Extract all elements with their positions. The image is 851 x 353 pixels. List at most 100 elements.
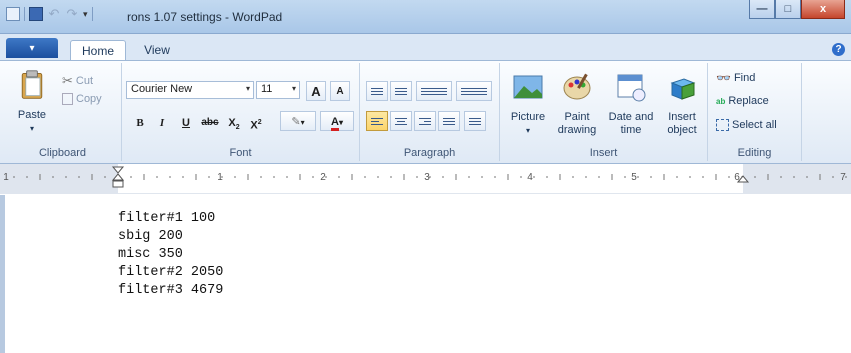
ruler-number: 5 <box>631 172 637 183</box>
chevron-down-icon[interactable]: ▾ <box>246 84 250 93</box>
replace-button[interactable]: ab Replace <box>716 95 769 107</box>
bold-button[interactable]: B <box>130 113 150 133</box>
quick-access-toolbar: ↶ ↷ ▾ <box>6 7 93 21</box>
font-group-label: Font <box>229 147 252 159</box>
ruler-number: 7 <box>840 172 846 183</box>
font-size-select[interactable]: 11 ▾ <box>256 81 300 99</box>
superscript-icon: X <box>250 119 258 132</box>
replace-label: Replace <box>728 95 769 107</box>
customize-qat-dropdown-icon[interactable]: ▾ <box>83 9 88 20</box>
paragraph-settings-button[interactable] <box>464 111 486 131</box>
italic-button[interactable]: I <box>152 113 172 133</box>
datetime-label-line1: Date and <box>608 111 654 123</box>
scissors-icon: ✂ <box>62 73 73 88</box>
object-label-line1: Insert <box>668 111 696 123</box>
grow-font-icon: A <box>311 84 321 99</box>
line-spacing-button[interactable] <box>456 81 492 101</box>
close-button[interactable]: x <box>801 0 845 19</box>
clipboard-group-label: Clipboard <box>38 147 87 159</box>
editing-group-label: Editing <box>737 147 772 159</box>
ruler-number: 2 <box>320 172 326 183</box>
insert-object-button[interactable]: Insert object <box>660 71 704 137</box>
copy-icon <box>62 93 73 105</box>
window-title: rons 1.07 settings - WordPad <box>127 10 283 24</box>
cut-button[interactable]: ✂ Cut <box>62 73 93 89</box>
subscript-button[interactable]: X2 <box>224 113 244 133</box>
save-icon[interactable] <box>29 7 43 21</box>
binoculars-icon: 👓 <box>716 71 731 85</box>
font-group: Courier New ▾ 11 ▾ A A B I U abc X2 X2 ✎… <box>122 63 360 161</box>
tab-home[interactable]: Home <box>70 40 126 60</box>
undo-icon[interactable]: ↶ <box>47 7 61 21</box>
chevron-down-icon[interactable]: ▾ <box>292 84 296 93</box>
replace-icon: ab <box>716 96 726 106</box>
redo-icon[interactable]: ↷ <box>65 7 79 21</box>
date-time-button[interactable]: Date and time <box>604 71 658 137</box>
paste-label: Paste <box>17 109 47 121</box>
font-size-value: 11 <box>261 83 273 95</box>
select-all-button[interactable]: Select all <box>716 119 777 131</box>
chevron-down-icon: ▾ <box>29 42 35 54</box>
superscript-button[interactable]: X2 <box>246 113 266 133</box>
align-right-button[interactable] <box>414 111 436 131</box>
minimize-button[interactable]: — <box>749 0 775 19</box>
left-indent-marker <box>112 180 124 188</box>
select-all-icon <box>716 119 729 131</box>
tab-view[interactable]: View <box>135 40 179 60</box>
highlighter-icon: ✎ <box>291 116 301 128</box>
paragraph-group: Paragraph <box>360 63 500 161</box>
ribbon: Paste ▾ ✂ Cut Copy Clipboard Courier New… <box>0 60 851 164</box>
shrink-font-button[interactable]: A <box>330 81 350 101</box>
increase-indent-button[interactable] <box>390 81 412 101</box>
chevron-down-icon: ▾ <box>525 126 530 135</box>
paint-drawing-button[interactable]: Paint drawing <box>552 71 602 137</box>
justify-button[interactable] <box>438 111 460 131</box>
align-center-button[interactable] <box>390 111 412 131</box>
highlight-color-button[interactable]: ✎▾ <box>280 111 316 131</box>
picture-label: Picture <box>510 111 546 123</box>
shrink-font-icon: A <box>336 86 344 97</box>
select-all-label: Select all <box>732 119 777 131</box>
document-left-border <box>0 195 5 353</box>
editing-group: 👓 Find ab Replace Select all Editing <box>708 63 802 161</box>
decrease-indent-button[interactable] <box>366 81 388 101</box>
paste-icon <box>21 70 43 99</box>
copy-button[interactable]: Copy <box>62 93 102 105</box>
paste-button[interactable]: Paste ▾ <box>12 69 52 135</box>
text-color-icon: A <box>331 116 339 131</box>
bullet-list-button[interactable] <box>416 81 452 101</box>
separator <box>24 7 25 21</box>
find-label: Find <box>733 72 756 84</box>
insert-group-label: Insert <box>589 147 618 159</box>
subscript-icon: X <box>228 117 236 129</box>
document-text[interactable]: filter#1 100 sbig 200 misc 350 filter#2 … <box>118 210 223 300</box>
grow-font-button[interactable]: A <box>306 81 326 101</box>
window-controls: — □ x <box>749 0 845 19</box>
insert-group: Picture ▾ Paint drawing Date and time In… <box>500 63 708 161</box>
document-area[interactable]: filter#1 100 sbig 200 misc 350 filter#2 … <box>0 195 851 353</box>
font-family-select[interactable]: Courier New ▾ <box>126 81 254 99</box>
application-menu-button[interactable]: ▾ <box>6 38 58 242</box>
chevron-down-icon: ▾ <box>29 124 34 133</box>
ruler-number: 1 <box>3 172 9 183</box>
align-left-button[interactable] <box>366 111 388 131</box>
strikethrough-button[interactable]: abc <box>200 113 220 133</box>
app-icon[interactable] <box>6 7 20 21</box>
calendar-icon <box>617 74 646 102</box>
ruler[interactable]: 1 1 2 3 4 5 6 7 <box>0 164 851 194</box>
picture-button[interactable]: Picture ▾ <box>508 71 548 137</box>
help-icon[interactable]: ? <box>832 43 845 56</box>
paint-label-line2: drawing <box>557 124 597 136</box>
cut-label: Cut <box>75 75 94 87</box>
paint-label-line1: Paint <box>564 111 590 123</box>
text-color-button[interactable]: A▾ <box>320 111 354 131</box>
ruler-number: 3 <box>424 172 430 183</box>
find-button[interactable]: 👓 Find <box>716 71 755 85</box>
ribbon-tab-bar: ▾ Home View ? <box>0 34 851 242</box>
ruler-scale: 1 1 2 3 4 5 6 7 <box>0 164 851 194</box>
title-bar: ↶ ↷ ▾ rons 1.07 settings - WordPad — □ x <box>0 0 851 34</box>
object-cube-icon <box>670 78 696 100</box>
underline-button[interactable]: U <box>176 113 196 133</box>
maximize-button[interactable]: □ <box>775 0 801 19</box>
datetime-label-line2: time <box>620 124 642 136</box>
